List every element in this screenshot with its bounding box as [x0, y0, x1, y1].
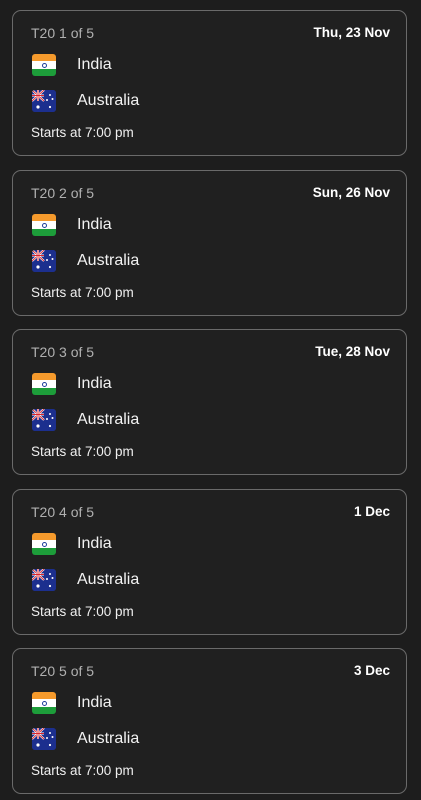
match-card[interactable]: T20 5 of 5 3 Dec India Australia Starts …: [12, 648, 407, 794]
match-card[interactable]: T20 3 of 5 Tue, 28 Nov India Australia S…: [12, 329, 407, 475]
australia-flag-icon: [32, 250, 56, 272]
match-date: Sun, 26 Nov: [312, 185, 390, 200]
india-flag-icon: [32, 692, 56, 714]
team-row-india: India: [32, 372, 112, 396]
match-card[interactable]: T20 2 of 5 Sun, 26 Nov India Australia S…: [12, 170, 407, 316]
team-name: India: [77, 216, 112, 233]
start-time: Starts at 7:00 pm: [31, 444, 134, 459]
australia-flag-icon: [32, 409, 56, 431]
team-row-australia: Australia: [32, 727, 139, 751]
team-name: India: [77, 535, 112, 552]
team-row-india: India: [32, 532, 112, 556]
series-label: T20 5 of 5: [31, 663, 95, 679]
team-name: Australia: [77, 730, 140, 747]
team-row-india: India: [32, 213, 112, 237]
team-name: Australia: [77, 411, 140, 428]
india-flag-icon: [32, 54, 56, 76]
team-row-australia: Australia: [32, 89, 139, 113]
series-label: T20 3 of 5: [31, 344, 95, 360]
australia-flag-icon: [32, 569, 56, 591]
series-label: T20 2 of 5: [31, 185, 95, 201]
india-flag-icon: [32, 214, 56, 236]
match-card[interactable]: T20 1 of 5 Thu, 23 Nov India Australia S…: [12, 10, 407, 156]
team-row-australia: Australia: [32, 408, 139, 432]
team-name: Australia: [77, 92, 140, 109]
start-time: Starts at 7:00 pm: [31, 763, 134, 778]
start-time: Starts at 7:00 pm: [31, 125, 134, 140]
match-list: T20 1 of 5 Thu, 23 Nov India Australia S…: [0, 0, 421, 800]
series-label: T20 1 of 5: [31, 25, 95, 41]
start-time: Starts at 7:00 pm: [31, 285, 134, 300]
match-date: Tue, 28 Nov: [315, 344, 390, 359]
team-row-australia: Australia: [32, 568, 139, 592]
start-time: Starts at 7:00 pm: [31, 604, 134, 619]
match-date: Thu, 23 Nov: [313, 25, 390, 40]
team-name: India: [77, 375, 112, 392]
team-row-australia: Australia: [32, 249, 139, 273]
team-row-india: India: [32, 691, 112, 715]
match-date: 3 Dec: [353, 663, 390, 678]
series-label: T20 4 of 5: [31, 504, 95, 520]
australia-flag-icon: [32, 90, 56, 112]
team-name: India: [77, 56, 112, 73]
team-name: Australia: [77, 571, 140, 588]
india-flag-icon: [32, 373, 56, 395]
team-name: Australia: [77, 252, 140, 269]
match-date: 1 Dec: [353, 504, 390, 519]
team-row-india: India: [32, 53, 112, 77]
match-card[interactable]: T20 4 of 5 1 Dec India Australia Starts …: [12, 489, 407, 635]
australia-flag-icon: [32, 728, 56, 750]
team-name: India: [77, 694, 112, 711]
india-flag-icon: [32, 533, 56, 555]
